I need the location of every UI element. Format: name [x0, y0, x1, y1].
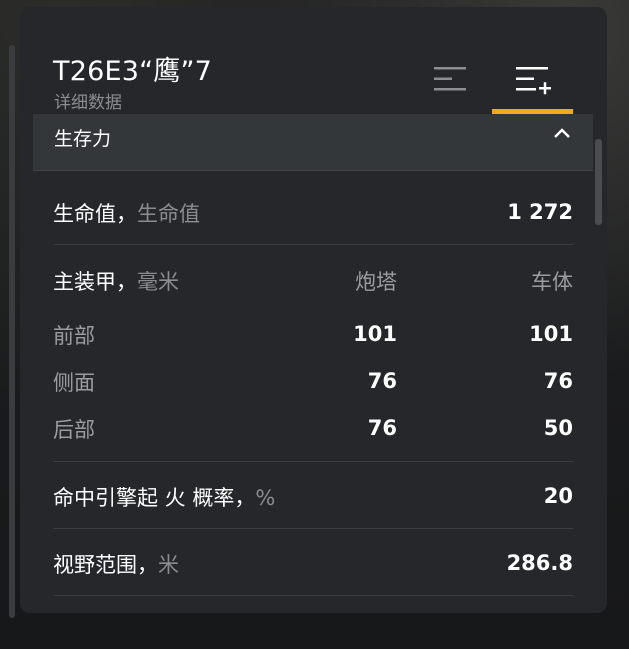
- armor-row-rear-label: 后部: [53, 418, 95, 442]
- panel-scrollbar[interactable]: [595, 139, 602, 225]
- armor-row-side-label: 侧面: [53, 371, 95, 395]
- outer-scrollbar[interactable]: [9, 45, 15, 618]
- armor-row-side-turret: 76: [367, 369, 397, 393]
- panel-subtitle: 详细数据: [54, 93, 122, 113]
- divider: [53, 461, 573, 462]
- engine-fire-label-text: 命中引擎起 火 概率，: [53, 486, 256, 510]
- armor-unit: 毫米: [137, 270, 179, 294]
- section-title: 生存力: [54, 128, 112, 150]
- engine-fire-label: 命中引擎起 火 概率，%: [53, 482, 275, 512]
- hit-points-label-text: 生命值，: [53, 202, 137, 226]
- armor-row-rear-turret: 76: [367, 416, 397, 440]
- engine-fire-value: 20: [543, 484, 573, 508]
- divider: [53, 595, 573, 596]
- compact-list-icon[interactable]: [432, 64, 468, 94]
- hit-points-label: 生命值，生命值: [53, 198, 200, 228]
- view-range-unit: 米: [158, 553, 179, 577]
- hit-points-value: 1 272: [507, 200, 573, 224]
- armor-col-hull: 车体: [531, 270, 573, 294]
- chevron-up-icon[interactable]: [553, 127, 571, 139]
- engine-fire-unit: %: [255, 486, 276, 510]
- armor-row-front-label: 前部: [53, 324, 95, 348]
- divider: [53, 244, 573, 245]
- armor-label: 主装甲，毫米: [53, 266, 179, 296]
- armor-label-text: 主装甲，: [53, 270, 137, 294]
- armor-row-rear-hull: 50: [543, 416, 573, 440]
- expanded-list-icon[interactable]: [514, 64, 554, 96]
- hit-points-unit: 生命值: [137, 202, 200, 226]
- armor-row-front-turret: 101: [353, 322, 397, 346]
- details-panel: T26E3“鹰”7 详细数据 生存力 生命值，生命值 1 272 主装甲，毫米 …: [20, 7, 607, 613]
- vehicle-title: T26E3“鹰”7: [53, 56, 213, 87]
- view-range-label: 视野范围，米: [53, 549, 179, 579]
- armor-row-front-hull: 101: [529, 322, 573, 346]
- view-range-label-text: 视野范围，: [53, 553, 158, 577]
- view-range-value: 286.8: [506, 551, 573, 575]
- armor-col-turret: 炮塔: [355, 270, 397, 294]
- armor-row-side-hull: 76: [543, 369, 573, 393]
- survivability-section-header[interactable]: 生存力: [33, 114, 593, 171]
- divider: [53, 528, 573, 529]
